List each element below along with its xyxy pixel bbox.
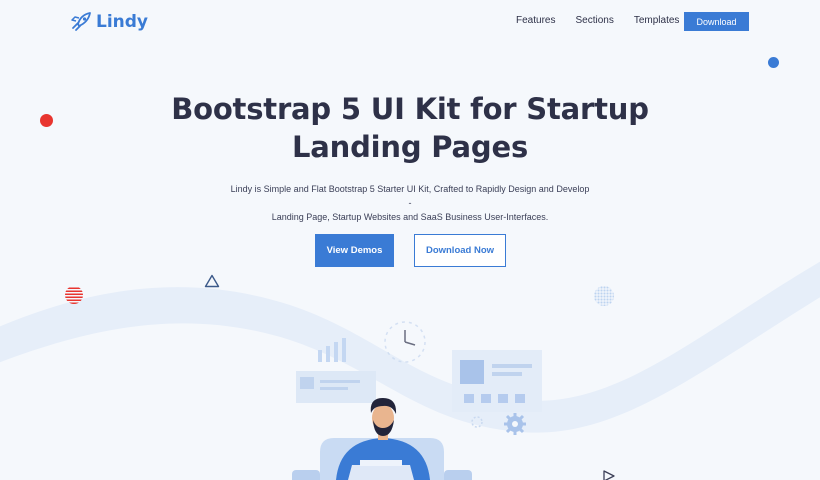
download-button[interactable]: Download: [684, 12, 749, 31]
nav-item-sections[interactable]: Sections: [575, 15, 613, 26]
hero-subtitle-line-1: Lindy is Simple and Flat Bootstrap 5 Sta…: [230, 184, 590, 208]
hero-title-line-2: Landing Pages: [291, 130, 529, 164]
landing-page: Lindy Features Sections Templates Downlo…: [0, 0, 820, 480]
bar-chart-icon: [318, 338, 346, 362]
hero-title-line-1: Bootstrap 5 UI Kit for Startup: [171, 92, 649, 126]
blue-dot-decoration: [768, 57, 779, 68]
brand-name: Lindy: [96, 12, 149, 32]
brand-logo[interactable]: Lindy: [70, 10, 148, 34]
rocket-icon: [70, 12, 92, 32]
gear-icon: [504, 413, 526, 435]
hero-subtitle: Lindy is Simple and Flat Bootstrap 5 Sta…: [230, 182, 590, 224]
clock-icon: [384, 321, 426, 363]
small-gear-icon: [471, 416, 483, 428]
download-now-button[interactable]: Download Now: [414, 234, 506, 267]
view-demos-button[interactable]: View Demos: [315, 234, 394, 267]
top-navbar: Lindy Features Sections Templates Downlo…: [0, 0, 820, 44]
hero-title: Bootstrap 5 UI Kit for Startup Landing P…: [0, 90, 820, 166]
triangle-icon: [204, 274, 220, 288]
nav-links: Features Sections Templates: [516, 15, 699, 26]
nav-item-features[interactable]: Features: [516, 15, 555, 26]
hero-illustration: [292, 321, 542, 480]
nav-item-templates[interactable]: Templates: [634, 15, 680, 26]
hero-subtitle-line-2: Landing Page, Startup Websites and SaaS …: [271, 212, 549, 222]
